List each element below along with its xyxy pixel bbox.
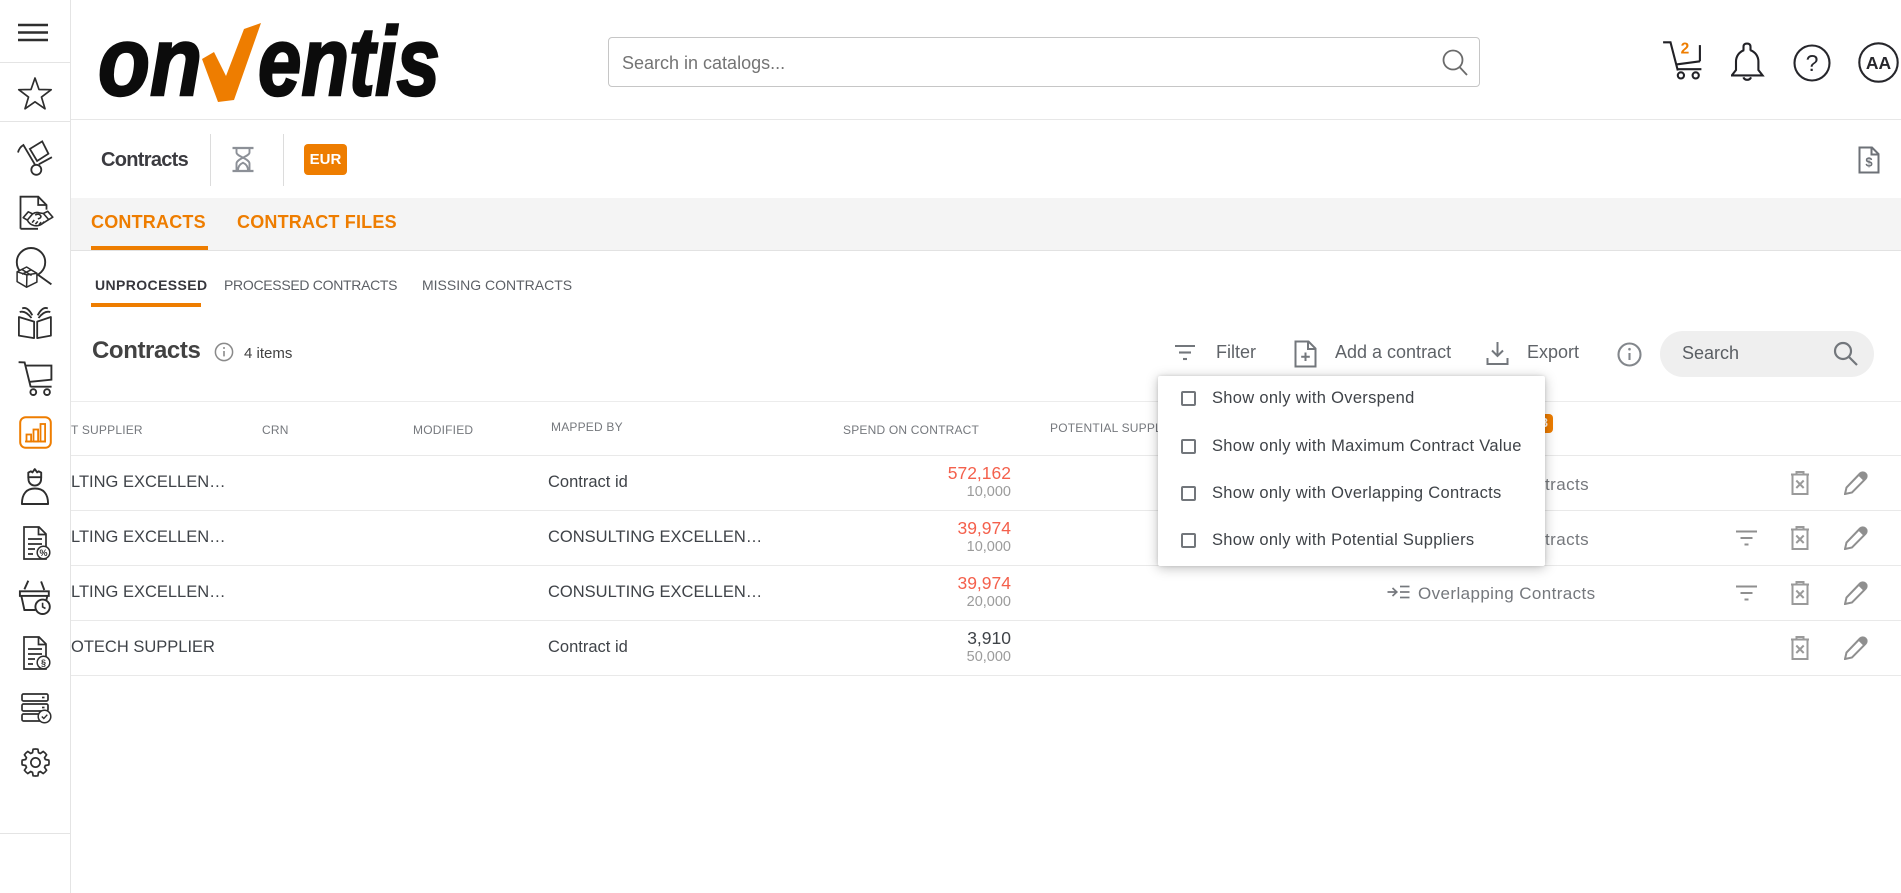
svg-text:2: 2 (1681, 40, 1690, 57)
svg-text:%: % (39, 548, 47, 558)
svg-text:$: $ (1865, 155, 1873, 170)
svg-text:AA: AA (1866, 53, 1892, 73)
svg-text:entis: entis (258, 20, 440, 102)
svg-text:on: on (98, 20, 202, 102)
svg-text:§: § (41, 658, 46, 668)
svg-text:?: ? (1806, 50, 1819, 76)
